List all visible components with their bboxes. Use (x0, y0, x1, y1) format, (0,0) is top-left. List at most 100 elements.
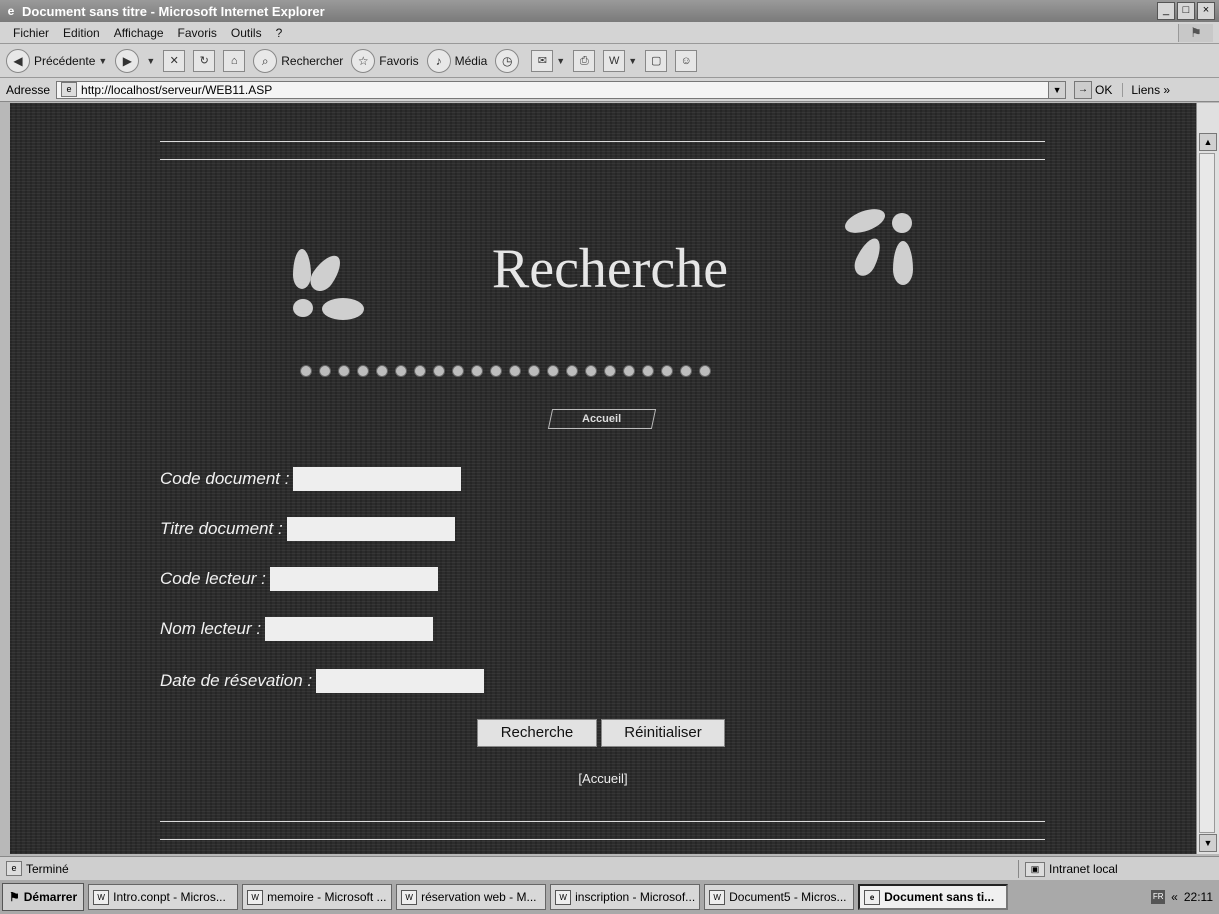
menubar: Fichier Edition Affichage Favoris Outils… (0, 22, 1219, 44)
chevron-down-icon: ▼ (556, 55, 566, 66)
reset-button[interactable]: Réinitialiser (601, 719, 725, 747)
forward-button[interactable]: ▶ ▼ (115, 48, 155, 73)
date-reservation-label: Date de résevation : (160, 671, 313, 690)
task-label: réservation web - M... (421, 890, 537, 904)
accueil-link[interactable]: [Accueil] (10, 771, 1196, 786)
clock: 22:11 (1183, 890, 1213, 904)
word-doc-icon: W (401, 889, 418, 905)
window-controls: _ □ × (1157, 2, 1215, 20)
discuss-button[interactable]: ▢ (645, 49, 668, 72)
forward-arrow-icon: ▶ (115, 48, 140, 73)
bottom-rule-2 (160, 839, 1045, 840)
search-submit-button[interactable]: Recherche (477, 719, 597, 747)
history-icon: ◷ (495, 48, 520, 73)
taskbar-item-memoire[interactable]: Wmemoire - Microsoft ... (242, 884, 393, 910)
back-label: Précédente (34, 53, 96, 68)
ie-icon: e (7, 4, 15, 18)
window-titlebar: e Document sans titre - Microsoft Intern… (0, 0, 1219, 22)
task-label: inscription - Microsof... (575, 890, 696, 904)
home-button-label: Accueil (582, 413, 622, 425)
star-icon: ☆ (351, 48, 376, 73)
print-button[interactable]: ⎙ (573, 49, 596, 72)
stop-button[interactable]: ✕ (163, 49, 186, 72)
scroll-up-icon[interactable]: ▲ (1199, 133, 1217, 151)
taskbar: ⚑ Démarrer W Intro.conpt - Micros... Wmem… (0, 880, 1219, 914)
home-toolbar-button[interactable]: ⌂ (223, 49, 246, 72)
vertical-scrollbar[interactable]: ▲ ▼ (1196, 103, 1219, 854)
stop-icon: ✕ (163, 49, 186, 72)
media-button[interactable]: ♪ Média (426, 48, 487, 73)
task-label: Document5 - Micros... (729, 890, 847, 904)
mail-button[interactable]: ✉ ▼ (531, 49, 566, 72)
messenger-button[interactable]: ☺ (675, 49, 698, 72)
code-lecteur-row: Code lecteur : (160, 567, 438, 591)
taskbar-item-document-sans-titre[interactable]: e Document sans ti... (858, 884, 1009, 910)
windows-flag-icon: ⚑ (9, 890, 20, 904)
titre-document-label: Titre document : (160, 519, 283, 538)
favorites-button[interactable]: ☆ Favoris (351, 48, 419, 73)
links-button[interactable]: Liens » (1122, 82, 1170, 97)
page-icon: e (61, 82, 78, 97)
intranet-icon: ▣ (1025, 861, 1045, 877)
top-rule-1 (160, 141, 1045, 142)
page-title: Recherche (491, 238, 729, 300)
window-title: Document sans titre - Microsoft Internet… (22, 3, 325, 19)
search-button[interactable]: ⌕ Rechercher (253, 48, 343, 73)
menu-outils[interactable]: Outils (224, 26, 269, 40)
history-button[interactable]: ◷ (495, 48, 523, 73)
address-url: http://localhost/serveur/WEB11.ASP (81, 82, 273, 97)
titre-document-input[interactable] (286, 517, 455, 541)
start-label: Démarrer (23, 890, 78, 904)
date-reservation-input[interactable] (316, 669, 485, 693)
taskbar-item-intro[interactable]: W Intro.conpt - Micros... (88, 884, 239, 910)
taskbar-item-inscription[interactable]: Winscription - Microsof... (550, 884, 701, 910)
nom-lecteur-row: Nom lecteur : (160, 617, 434, 641)
print-icon: ⎙ (573, 49, 596, 72)
code-lecteur-label: Code lecteur : (160, 569, 266, 588)
code-document-input[interactable] (293, 467, 462, 491)
ie-icon: e (864, 889, 881, 905)
word-doc-icon: W (247, 889, 264, 905)
refresh-button[interactable]: ↻ (193, 49, 216, 72)
edit-button[interactable]: W ▼ (603, 49, 637, 72)
close-button[interactable]: × (1197, 2, 1215, 20)
zone-text: Intranet local (1049, 862, 1118, 876)
chevron-down-icon[interactable]: ▼ (1048, 81, 1066, 98)
taskbar-item-reservation[interactable]: Wréservation web - M... (396, 884, 547, 910)
top-rule-2 (160, 159, 1045, 160)
task-label: Document sans ti... (884, 890, 995, 904)
refresh-icon: ↻ (193, 49, 216, 72)
bottom-rule-1 (160, 821, 1045, 822)
task-label: memoire - Microsoft ... (267, 890, 387, 904)
chevron-left-icon[interactable]: « (1171, 890, 1178, 904)
status-bar: e Terminé ▣ Intranet local (0, 856, 1219, 880)
toolbar: ◀ Précédente ▼ ▶ ▼ ✕ ↻ ⌂ ⌕ Rechercher ☆ … (0, 44, 1219, 78)
menu-edition[interactable]: Edition (56, 26, 107, 40)
address-bar: Adresse e http://localhost/serveur/WEB11… (0, 78, 1219, 102)
menu-favoris[interactable]: Favoris (171, 26, 224, 40)
code-lecteur-input[interactable] (269, 567, 438, 591)
menu-affichage[interactable]: Affichage (107, 26, 171, 40)
scroll-thumb[interactable] (1199, 153, 1215, 833)
go-button[interactable]: → OK (1074, 80, 1112, 99)
language-indicator[interactable]: FR (1151, 890, 1166, 904)
menu-fichier[interactable]: Fichier (6, 26, 56, 40)
taskbar-item-document5[interactable]: W Document5 - Micros... (704, 884, 855, 910)
discuss-icon: ▢ (645, 49, 668, 72)
scroll-down-icon[interactable]: ▼ (1199, 834, 1217, 852)
back-button[interactable]: ◀ Précédente ▼ (6, 48, 107, 73)
maximize-button[interactable]: □ (1177, 2, 1195, 20)
menu-help[interactable]: ? (269, 26, 290, 40)
home-button[interactable]: Accueil (547, 409, 657, 429)
word-doc-icon: W (709, 889, 726, 905)
word-doc-icon: W (555, 889, 572, 905)
security-zone: ▣ Intranet local (1018, 860, 1208, 878)
code-document-label: Code document : (160, 469, 290, 488)
nom-lecteur-input[interactable] (265, 617, 434, 641)
start-button[interactable]: ⚑ Démarrer (2, 883, 85, 911)
mail-icon: ✉ (531, 49, 554, 72)
media-icon: ♪ (426, 48, 451, 73)
minimize-button[interactable]: _ (1157, 2, 1175, 20)
page-done-icon: e (6, 861, 22, 876)
address-input[interactable]: e http://localhost/serveur/WEB11.ASP ▼ (56, 80, 1067, 99)
